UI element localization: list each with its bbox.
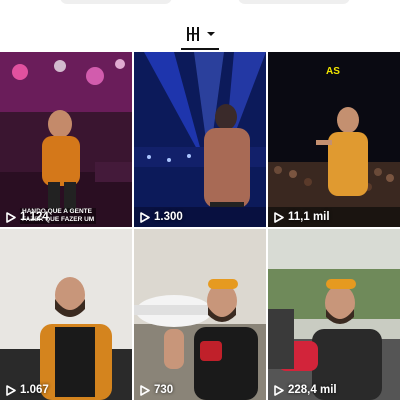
play-icon	[6, 211, 16, 223]
reel-tile-2[interactable]: 1.300	[134, 52, 266, 227]
profile-header-area	[0, 0, 400, 52]
reel-views-2: 1.300	[140, 211, 183, 223]
reel-thumbnail-6	[268, 229, 400, 400]
reel-thumbnail-5	[134, 229, 266, 400]
overlay-text: AS	[326, 66, 340, 77]
reel-views-6: 228,4 mil	[274, 384, 337, 396]
reel-thumbnail-4	[0, 229, 132, 400]
reels-grid-icon	[187, 27, 199, 41]
view-count: 1.300	[154, 211, 183, 223]
active-tab-indicator	[181, 48, 219, 50]
reel-views-1: 1.124	[6, 211, 49, 223]
reels-tab[interactable]	[180, 18, 220, 50]
play-icon	[140, 211, 150, 223]
reel-tile-1[interactable]: HANDO QUE A GENTE FAZER QUE FAZER UM 1.1…	[0, 52, 132, 227]
reel-tile-4[interactable]: 1.067	[0, 229, 132, 400]
view-count: 730	[154, 384, 174, 396]
header-button-left[interactable]	[60, 0, 172, 4]
play-icon	[6, 384, 16, 396]
view-count: 228,4 mil	[288, 384, 337, 396]
view-count: 1.124	[20, 211, 49, 223]
header-button-right[interactable]	[238, 0, 350, 4]
view-count: 11,1 mil	[288, 211, 330, 223]
reel-thumbnail-2	[134, 52, 266, 227]
play-icon	[140, 384, 150, 396]
reel-thumbnail-3	[268, 52, 400, 227]
view-count: 1.067	[20, 384, 49, 396]
play-icon	[274, 384, 284, 396]
caret-down-icon	[207, 32, 215, 36]
reel-tile-6[interactable]: 228,4 mil	[268, 229, 400, 400]
reel-views-4: 1.067	[6, 384, 49, 396]
reel-overlay-text-3: AS	[326, 66, 340, 78]
play-icon	[274, 211, 284, 223]
reel-views-5: 730	[140, 384, 173, 396]
reel-tile-3[interactable]: AS 11,1 mil	[268, 52, 400, 227]
reel-views-3: 11,1 mil	[274, 211, 330, 223]
reel-tile-5[interactable]: 730	[134, 229, 266, 400]
reel-thumbnail-1	[0, 52, 132, 227]
reels-grid: HANDO QUE A GENTE FAZER QUE FAZER UM 1.1…	[0, 52, 400, 400]
